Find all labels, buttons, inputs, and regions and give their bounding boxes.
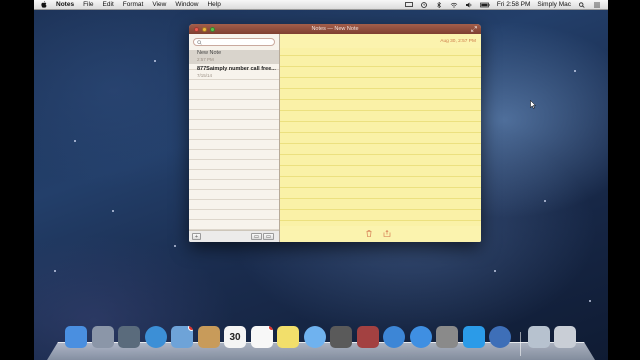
star	[112, 210, 114, 212]
minimize-button[interactable]	[202, 26, 207, 32]
note-body[interactable]	[288, 50, 473, 220]
notes-list-sidebar: New Note 2:57 PM 877Saimply number call …	[189, 34, 280, 242]
volume-icon[interactable]	[465, 2, 473, 8]
mail-icon[interactable]	[171, 326, 193, 348]
menu-view[interactable]: View	[152, 1, 166, 8]
magnifier-icon	[197, 40, 202, 45]
twitter-icon[interactable]	[462, 326, 485, 348]
dock: 30	[47, 322, 595, 360]
itunes-icon[interactable]	[383, 326, 405, 348]
mouse-cursor-icon	[530, 100, 536, 109]
calendar-icon[interactable]: 30	[224, 326, 246, 348]
menu-app-name[interactable]: Notes	[56, 1, 74, 8]
folders-view-button[interactable]: ▭	[263, 233, 274, 240]
time-machine-icon[interactable]	[420, 1, 428, 8]
note-list-item[interactable]: 877Saimply number call free... 7/15/14	[189, 66, 279, 80]
dock-separator	[519, 332, 521, 356]
note-footer	[280, 226, 481, 242]
menu-format[interactable]: Format	[123, 1, 144, 8]
sidebar-toolbar: + ▭ ▭	[189, 230, 279, 242]
star	[74, 140, 76, 142]
safari-icon[interactable]	[144, 326, 167, 348]
finder-icon[interactable]	[65, 326, 87, 348]
photo-booth-icon[interactable]	[356, 326, 379, 348]
note-title: 877Saimply number call free...	[197, 66, 276, 72]
search-field[interactable]	[193, 38, 275, 46]
apple-menu-icon[interactable]	[41, 1, 47, 8]
delete-note-icon[interactable]	[366, 230, 372, 237]
contacts-icon[interactable]	[197, 326, 220, 348]
wifi-icon[interactable]	[450, 2, 458, 8]
note-title: New Note	[197, 50, 222, 56]
add-note-button[interactable]: +	[192, 233, 201, 240]
list-view-button[interactable]: ▭	[251, 233, 262, 240]
star	[154, 60, 156, 62]
note-date: 2:57 PM	[197, 57, 214, 62]
close-button[interactable]	[194, 26, 199, 32]
notification-badge	[267, 326, 273, 331]
launchpad-icon[interactable]	[91, 326, 114, 348]
window-title: Notes — New Note	[311, 26, 359, 32]
menu-help[interactable]: Help	[207, 1, 220, 8]
note-editor[interactable]: Aug 30, 2:57 PM	[280, 34, 481, 242]
messages-icon[interactable]	[303, 326, 326, 348]
note-list-item[interactable]: New Note 2:57 PM	[189, 50, 279, 64]
menu-user[interactable]: Simply Mac	[537, 1, 571, 8]
system-folder-icon[interactable]	[118, 326, 140, 348]
calendar-day-label: 30	[229, 331, 241, 343]
status-area: Fri 2:58 PM Simply Mac	[404, 1, 608, 8]
search-icon[interactable]	[578, 1, 586, 8]
menu-file[interactable]: File	[83, 1, 93, 8]
menu-bar: Notes File Edit Format View Window Help …	[34, 0, 608, 10]
display-icon[interactable]	[404, 1, 413, 8]
app-store-icon[interactable]	[409, 326, 432, 348]
star	[574, 70, 576, 72]
zoom-button[interactable]	[210, 26, 215, 32]
star	[494, 270, 496, 272]
notification-badge	[188, 326, 193, 331]
note-timestamp: Aug 30, 2:57 PM	[440, 39, 476, 44]
title-bar[interactable]: Notes — New Note	[189, 24, 481, 34]
list-icon[interactable]	[593, 2, 601, 8]
fullscreen-icon[interactable]	[471, 26, 477, 32]
star	[589, 300, 591, 302]
share-icon[interactable]	[383, 230, 391, 237]
menu-clock[interactable]: Fri 2:58 PM	[497, 1, 531, 8]
system-preferences-icon[interactable]	[436, 326, 458, 348]
star	[544, 200, 546, 202]
desktop: Notes File Edit Format View Window Help …	[34, 0, 608, 360]
menu-edit[interactable]: Edit	[103, 1, 114, 8]
quicktime-icon[interactable]	[489, 326, 511, 348]
note-header: Aug 30, 2:57 PM	[280, 34, 481, 48]
battery-icon[interactable]	[479, 2, 490, 8]
menu-window[interactable]: Window	[175, 1, 198, 8]
notes-window: Notes — New Note New Note 2:57 PM 877Sai…	[189, 24, 481, 242]
notes-icon[interactable]	[277, 326, 299, 348]
note-date: 7/15/14	[197, 73, 213, 78]
facetime-icon[interactable]	[330, 326, 352, 348]
reminders-icon[interactable]	[250, 326, 273, 348]
star	[174, 245, 176, 247]
bluetooth-icon[interactable]	[435, 1, 443, 8]
star	[54, 270, 56, 272]
trash-icon[interactable]	[554, 326, 576, 348]
documents-folder-icon[interactable]	[527, 326, 550, 348]
